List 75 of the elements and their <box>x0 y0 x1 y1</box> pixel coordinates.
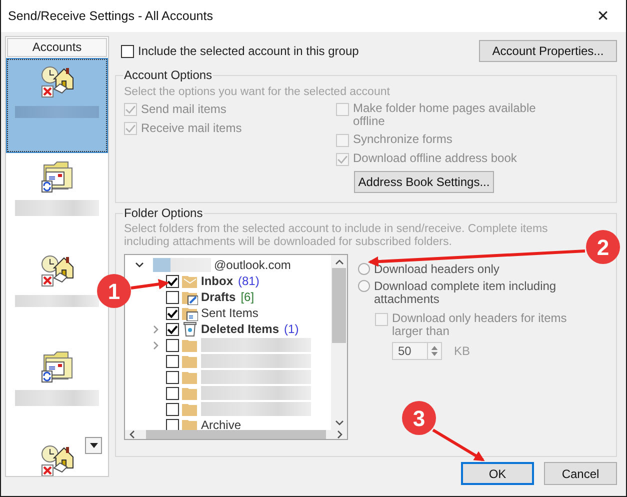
folder-icon <box>182 337 198 353</box>
checkbox[interactable] <box>166 386 179 400</box>
folder-name[interactable]: Archive <box>201 418 242 432</box>
item-count: [6] <box>240 290 254 304</box>
callout-badge: 2 <box>586 230 620 264</box>
folder-envelope-icon <box>40 349 74 383</box>
checkbox[interactable] <box>166 354 179 368</box>
folder-name[interactable]: Drafts <box>201 290 236 304</box>
radio-label: Download complete item including attachments <box>374 280 558 306</box>
radio-label: Download headers only <box>374 263 500 276</box>
checkbox-label: Receive mail items <box>141 121 242 135</box>
folder-name[interactable]: Inbox <box>201 274 233 288</box>
checkbox[interactable] <box>166 306 179 320</box>
redacted-name <box>153 258 211 272</box>
vertical-scrollbar[interactable] <box>331 255 347 430</box>
group-title: Folder Options <box>123 206 204 220</box>
callout-arrow <box>130 278 170 290</box>
column-header: Accounts <box>7 38 107 57</box>
size-spinner[interactable]: 50 <box>392 342 442 360</box>
checkbox-label: Include the selected account in this group <box>138 44 359 58</box>
callout-badge: 1 <box>97 274 131 308</box>
folder-icon <box>182 353 198 369</box>
account-properties-button[interactable]: Account Properties... <box>479 40 617 62</box>
folder-icon <box>182 401 198 417</box>
checkbox-label: Make folder home pages available offline <box>353 102 537 128</box>
item-count: (81) <box>238 274 260 288</box>
increment-icon[interactable] <box>431 346 438 350</box>
house-clock-icon <box>40 254 74 288</box>
scroll-left-icon[interactable] <box>129 430 135 439</box>
folder-icon <box>182 369 198 385</box>
folder-pencil-icon <box>182 289 198 305</box>
unit-label: KB <box>454 344 470 358</box>
caret-icon <box>90 443 98 448</box>
close-button[interactable]: ✕ <box>580 0 626 32</box>
scroll-right-icon[interactable] <box>337 430 343 439</box>
checkbox[interactable] <box>166 370 179 384</box>
callout-arrow <box>432 428 485 462</box>
scroll-down-icon[interactable] <box>334 420 344 426</box>
checkbox[interactable] <box>166 402 179 416</box>
address-book-settings-button[interactable]: Address Book Settings... <box>354 171 494 193</box>
radio-button[interactable] <box>358 263 370 275</box>
scrollbar-thumb[interactable] <box>146 430 326 439</box>
folder-name[interactable]: Sent Items <box>201 306 258 320</box>
window-title: Send/Receive Settings - All Accounts <box>7 9 213 23</box>
item-count: (1) <box>284 322 299 336</box>
checkbox[interactable] <box>166 322 179 336</box>
checkbox-label: Download offline address book <box>353 152 517 165</box>
radio-button[interactable] <box>358 280 370 292</box>
decrement-icon[interactable] <box>431 352 438 356</box>
dialog-button[interactable]: Cancel <box>544 462 617 485</box>
folder-envelope-icon <box>182 305 198 321</box>
description-text: Select folders from the selected account to include in send/receive. Complete items including attachments will be downloaded for subscribed folders. <box>124 223 549 249</box>
checkbox[interactable] <box>166 274 179 288</box>
house-clock-icon <box>40 65 74 99</box>
scroll-down-button[interactable] <box>85 437 102 454</box>
scrollbar-thumb[interactable] <box>332 268 346 342</box>
inbox-folder-icon <box>182 273 198 289</box>
folder-icon <box>182 385 198 401</box>
folder-envelope-icon <box>40 159 74 193</box>
checkbox[interactable] <box>166 338 179 352</box>
horizontal-scrollbar[interactable] <box>125 430 347 439</box>
callout-badge: 3 <box>402 401 436 435</box>
group-title: Account Options <box>123 68 214 82</box>
folder-name[interactable]: Deleted Items <box>201 322 280 336</box>
account-email: @outlook.com <box>214 258 291 272</box>
checkbox-label: Synchronize forms <box>353 133 452 146</box>
checkbox-label: Send mail items <box>141 102 226 116</box>
checkbox-label: Download only headers for items larger than <box>392 312 568 338</box>
scroll-up-icon[interactable] <box>334 259 344 265</box>
checkbox[interactable] <box>121 45 134 58</box>
dialog-button[interactable]: OK <box>461 462 534 485</box>
checkbox[interactable] <box>166 418 179 432</box>
checkbox[interactable] <box>166 290 179 304</box>
account-item[interactable] <box>6 58 108 153</box>
description-text: Select the options you want for the selected account <box>124 86 391 98</box>
